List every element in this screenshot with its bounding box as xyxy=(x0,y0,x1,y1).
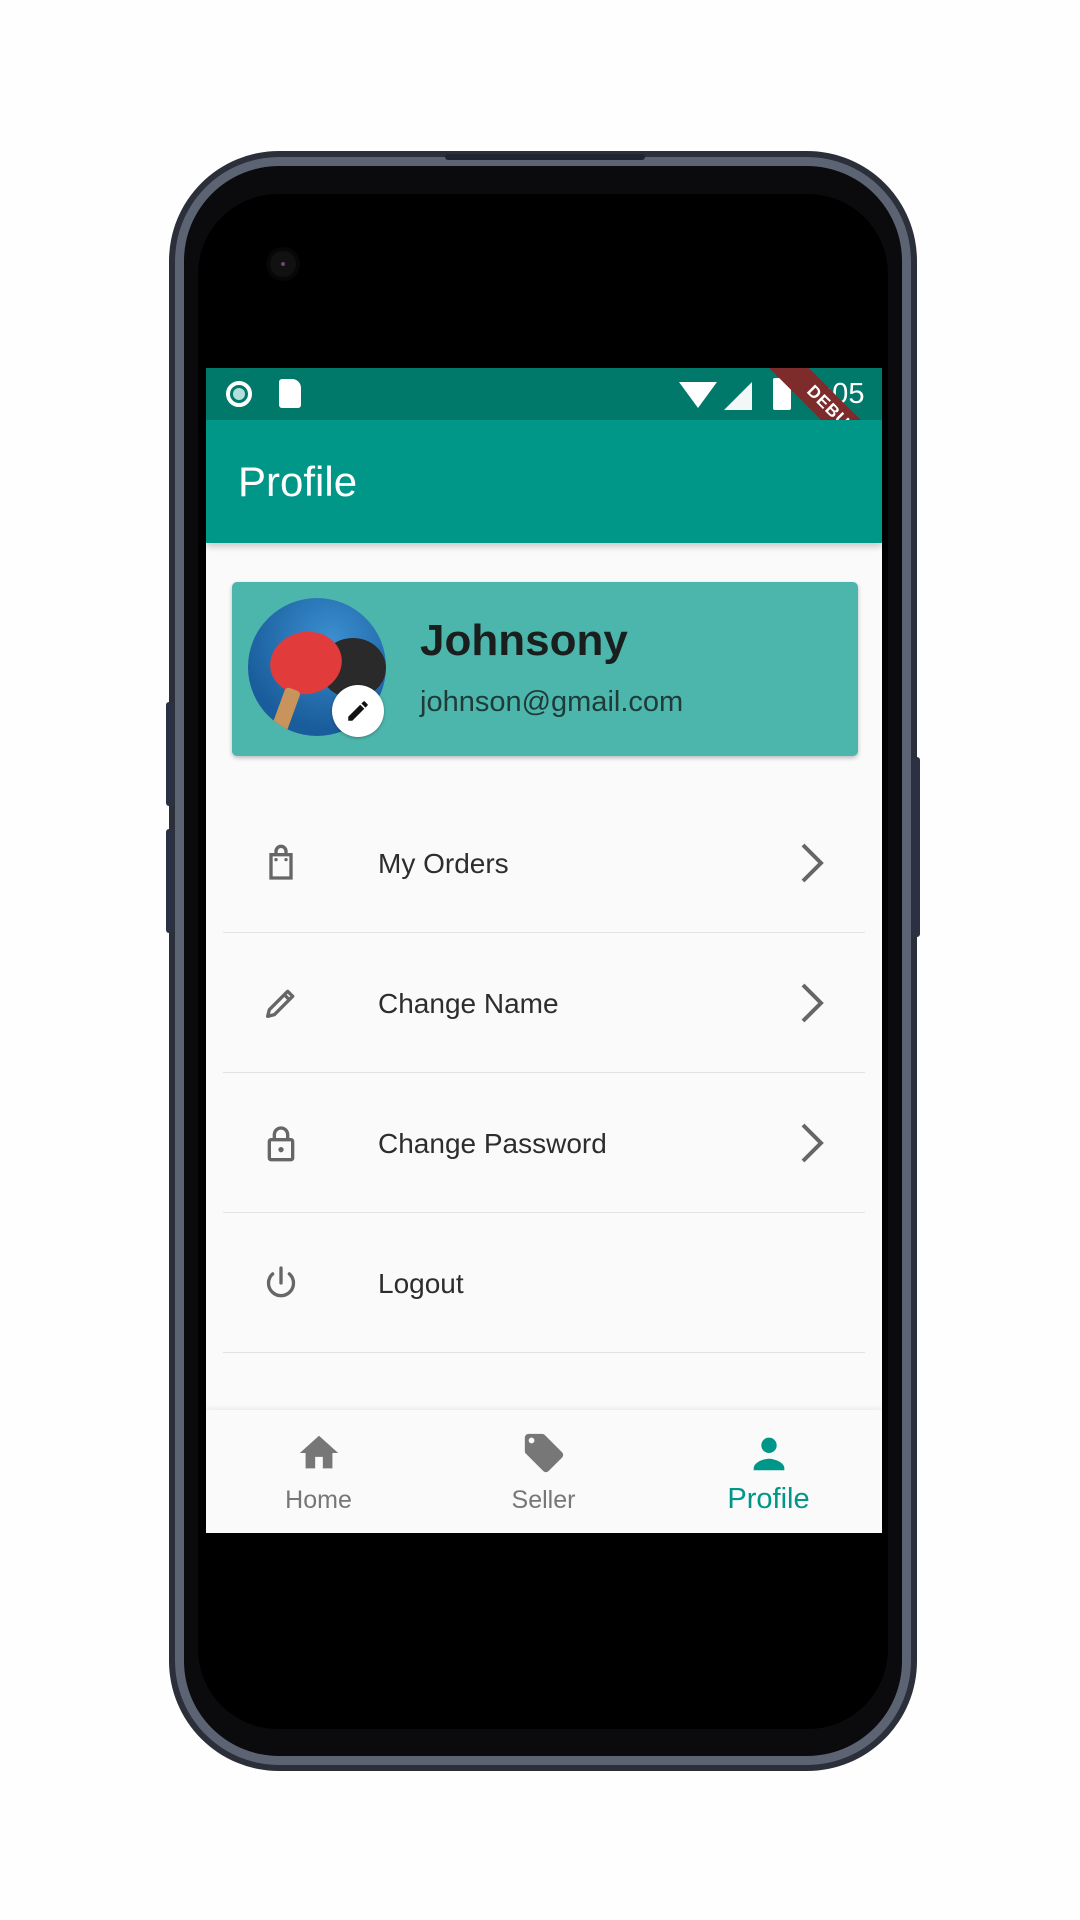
home-icon xyxy=(299,1435,339,1469)
sd-card-icon xyxy=(279,379,301,408)
volume-up-button xyxy=(166,702,174,806)
profile-email: johnson@gmail.com xyxy=(420,686,684,718)
nav-item-seller[interactable]: Seller xyxy=(431,1410,656,1533)
volume-down-button xyxy=(166,829,174,933)
chevron-right-icon xyxy=(801,1123,824,1163)
pencil-icon xyxy=(266,989,295,1018)
menu-item-logout[interactable]: Logout xyxy=(223,1213,865,1353)
profile-menu: My Orders Change Name Change Password Lo… xyxy=(223,793,865,1353)
menu-item-label: Change Password xyxy=(378,1128,607,1159)
app-screen: 2:05 DEBUG Profile Johnsony johnson@gmai… xyxy=(206,368,882,1533)
signal-icon xyxy=(724,382,752,410)
bottom-navigation: Home Seller Profile xyxy=(206,1410,882,1533)
chevron-right-icon xyxy=(801,983,824,1023)
shopping-bag-icon xyxy=(269,844,293,880)
power-side-button xyxy=(912,757,920,937)
menu-item-label: My Orders xyxy=(378,848,509,879)
status-bar: 2:05 DEBUG xyxy=(206,368,882,490)
menu-item-label: Change Name xyxy=(378,988,559,1019)
lock-icon xyxy=(267,1126,295,1162)
chevron-right-icon xyxy=(801,843,824,883)
profile-name: Johnsony xyxy=(420,616,628,665)
nav-item-home[interactable]: Home xyxy=(206,1410,431,1533)
profile-card: Johnsony johnson@gmail.com xyxy=(232,582,858,756)
edit-avatar-button[interactable] xyxy=(332,685,384,737)
power-icon xyxy=(266,1266,296,1298)
nav-item-profile[interactable]: Profile xyxy=(656,1410,881,1533)
wifi-icon xyxy=(679,382,717,408)
menu-item-label: Logout xyxy=(378,1268,464,1299)
nav-label: Home xyxy=(285,1486,352,1514)
nav-label: Seller xyxy=(511,1486,576,1514)
front-camera xyxy=(270,251,296,277)
person-icon xyxy=(753,1437,785,1471)
record-icon xyxy=(226,381,252,407)
tag-icon xyxy=(524,1433,564,1473)
pencil-icon xyxy=(348,701,368,721)
app-bar: Profile xyxy=(206,420,882,543)
avatar-paddle-handle xyxy=(270,686,302,734)
page-title: Profile xyxy=(238,458,358,505)
phone-speaker xyxy=(445,154,645,160)
menu-item-my-orders[interactable]: My Orders xyxy=(223,793,865,933)
nav-label: Profile xyxy=(727,1483,810,1515)
menu-item-change-name[interactable]: Change Name xyxy=(223,933,865,1073)
menu-item-change-password[interactable]: Change Password xyxy=(223,1073,865,1213)
